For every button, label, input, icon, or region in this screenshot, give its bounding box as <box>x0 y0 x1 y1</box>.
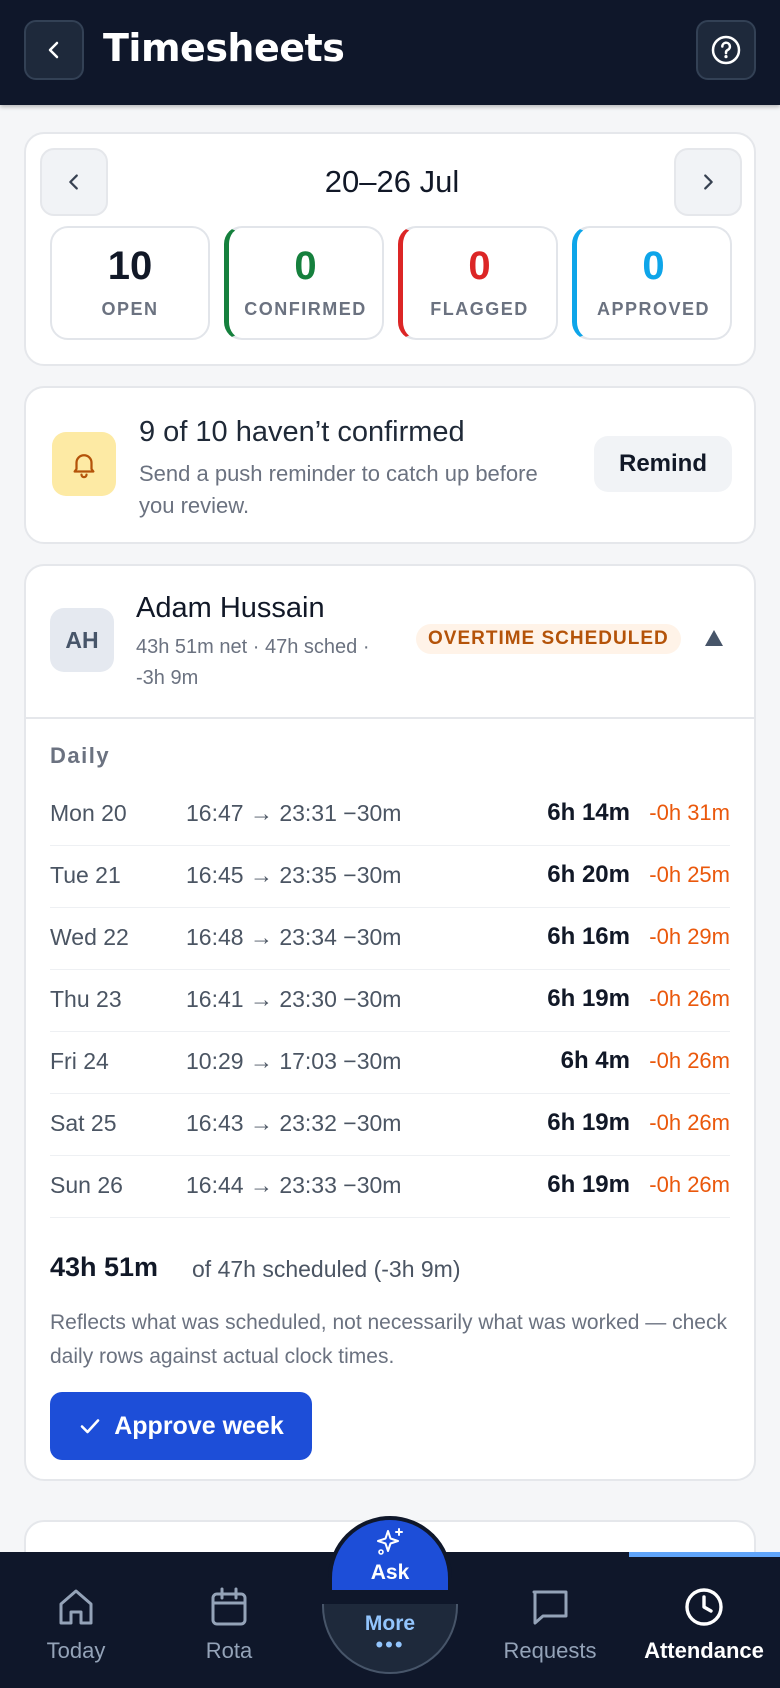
day-variance: -0h 25m <box>649 862 730 887</box>
bell-icon <box>73 454 95 479</box>
avatar: AH <box>50 608 114 672</box>
reminder-title: 9 of 10 haven’t confirmed <box>139 416 465 448</box>
stat-label: APPROVED <box>596 299 711 319</box>
approve-week-button[interactable]: Approve week <box>50 1392 312 1460</box>
home-icon <box>59 1589 93 1625</box>
stat-confirmed[interactable]: 0 CONFIRMED <box>224 226 384 340</box>
day-times: 16:44 → 23:33 −30m <box>186 1172 402 1198</box>
total-hours: 43h 51m <box>50 1252 159 1282</box>
day-hours: 6h 19m <box>547 1171 630 1198</box>
day-hours: 6h 20m <box>547 861 630 888</box>
stat-approved[interactable]: 0 APPROVED <box>572 226 732 340</box>
more-dots-icon: ••• <box>375 1632 405 1657</box>
day-variance: -0h 26m <box>649 1172 730 1197</box>
week-summary-card: 20–26 Jul 10 OPEN 0 CONFIRMED 0 FLAGGED … <box>24 132 756 366</box>
day-row[interactable]: Tue 21 16:45 → 23:35 −30m 6h 20m -0h 25m <box>50 846 730 908</box>
ask-label: Ask <box>370 1561 410 1584</box>
day-variance: -0h 26m <box>649 1110 730 1135</box>
page-title: Timesheets <box>103 26 345 70</box>
calendar-icon <box>211 1587 247 1626</box>
back-button[interactable] <box>24 20 84 80</box>
nav-item-attendance[interactable]: Attendance <box>629 1586 779 1664</box>
divider <box>26 717 754 719</box>
nav-label: Today <box>46 1638 106 1663</box>
day-label: Sat 25 <box>50 1110 117 1136</box>
sparkle-icon <box>377 1528 403 1555</box>
day-label: Mon 20 <box>50 800 127 826</box>
nav-label: Rota <box>205 1638 253 1663</box>
stat-flagged[interactable]: 0 FLAGGED <box>398 226 558 340</box>
app-header: Timesheets <box>0 0 780 105</box>
day-row[interactable]: Thu 23 16:41 → 23:30 −30m 6h 19m -0h 26m <box>50 970 730 1032</box>
check-icon <box>80 1419 100 1434</box>
day-times: 16:43 → 23:32 −30m <box>186 1110 402 1136</box>
employee-name: Adam Hussain <box>136 592 325 624</box>
day-times: 10:29 → 17:03 −30m <box>186 1048 402 1074</box>
stat-open[interactable]: 10 OPEN <box>50 226 210 340</box>
help-button[interactable] <box>696 20 756 80</box>
active-tab-indicator <box>629 1552 780 1557</box>
day-times: 16:47 → 23:31 −30m <box>186 800 402 826</box>
caret-up-icon <box>705 630 723 646</box>
nav-item-rota[interactable]: Rota <box>154 1586 304 1664</box>
previous-week-button[interactable] <box>40 148 108 216</box>
day-hours: 6h 4m <box>560 1047 630 1074</box>
reminder-subtitle: Send a push reminder to catch up before … <box>139 461 538 518</box>
week-range-label: 20–26 Jul <box>324 164 460 199</box>
disclaimer-note: Reflects what was scheduled, not necessa… <box>50 1311 727 1368</box>
next-week-button[interactable] <box>674 148 742 216</box>
chevron-left-icon <box>69 174 78 190</box>
day-row[interactable]: Sat 25 16:43 → 23:32 −30m 6h 19m -0h 26m <box>50 1094 730 1156</box>
chevron-left-icon <box>48 41 59 59</box>
nav-item-today[interactable]: Today <box>1 1586 151 1664</box>
stat-label: FLAGGED <box>430 299 529 319</box>
approve-week-label: Approve week <box>114 1411 284 1440</box>
daily-section-label: Daily <box>50 743 111 768</box>
day-hours: 6h 14m <box>547 799 630 826</box>
chat-icon <box>532 1590 568 1625</box>
stat-label: CONFIRMED <box>244 299 367 319</box>
stat-label: OPEN <box>101 299 159 319</box>
overtime-badge: OVERTIME SCHEDULED <box>416 624 681 654</box>
employee-card: AH Adam Hussain 43h 51m net · 47h sched … <box>24 564 756 1481</box>
stat-value: 0 <box>294 244 317 288</box>
stat-value: 0 <box>642 244 665 288</box>
day-row[interactable]: Fri 24 10:29 → 17:03 −30m 6h 4m -0h 26m <box>50 1032 730 1094</box>
nav-label: Attendance <box>644 1638 764 1663</box>
collapse-toggle[interactable] <box>702 626 726 650</box>
day-label: Tue 21 <box>50 862 121 888</box>
day-row[interactable]: Wed 22 16:48 → 23:34 −30m 6h 16m -0h 29m <box>50 908 730 970</box>
day-variance: -0h 26m <box>649 1048 730 1073</box>
bell-icon-container <box>52 432 116 496</box>
day-variance: -0h 29m <box>649 924 730 949</box>
clock-icon <box>685 1588 723 1626</box>
day-times: 16:41 → 23:30 −30m <box>186 986 402 1012</box>
stat-value: 0 <box>468 244 491 288</box>
day-times: 16:45 → 23:35 −30m <box>186 862 402 888</box>
chevron-right-icon <box>704 174 713 190</box>
day-label: Sun 26 <box>50 1172 123 1198</box>
day-label: Thu 23 <box>50 986 122 1012</box>
employee-hours-summary: 43h 51m net · 47h sched · -3h 9m <box>136 636 370 689</box>
day-times: 16:48 → 23:34 −30m <box>186 924 402 950</box>
day-row[interactable]: Mon 20 16:47 → 23:31 −30m 6h 14m -0h 31m <box>50 784 730 846</box>
ask-button[interactable]: Ask <box>328 1516 452 1590</box>
day-label: Wed 22 <box>50 924 129 950</box>
day-hours: 6h 19m <box>547 1109 630 1136</box>
day-variance: -0h 31m <box>649 800 730 825</box>
help-icon <box>711 35 741 65</box>
nav-item-requests[interactable]: Requests <box>475 1586 625 1664</box>
day-hours: 6h 16m <box>547 923 630 950</box>
remind-button[interactable]: Remind <box>594 436 732 492</box>
day-row[interactable]: Sun 26 16:44 → 23:33 −30m 6h 19m -0h 26m <box>50 1156 730 1218</box>
nav-label: Requests <box>503 1638 597 1663</box>
total-scheduled: of 47h scheduled (-3h 9m) <box>192 1256 461 1282</box>
stat-value: 10 <box>107 244 153 288</box>
day-variance: -0h 26m <box>649 986 730 1011</box>
reminder-card: 9 of 10 haven’t confirmed Send a push re… <box>24 386 756 544</box>
day-label: Fri 24 <box>50 1048 109 1074</box>
day-hours: 6h 19m <box>547 985 630 1012</box>
